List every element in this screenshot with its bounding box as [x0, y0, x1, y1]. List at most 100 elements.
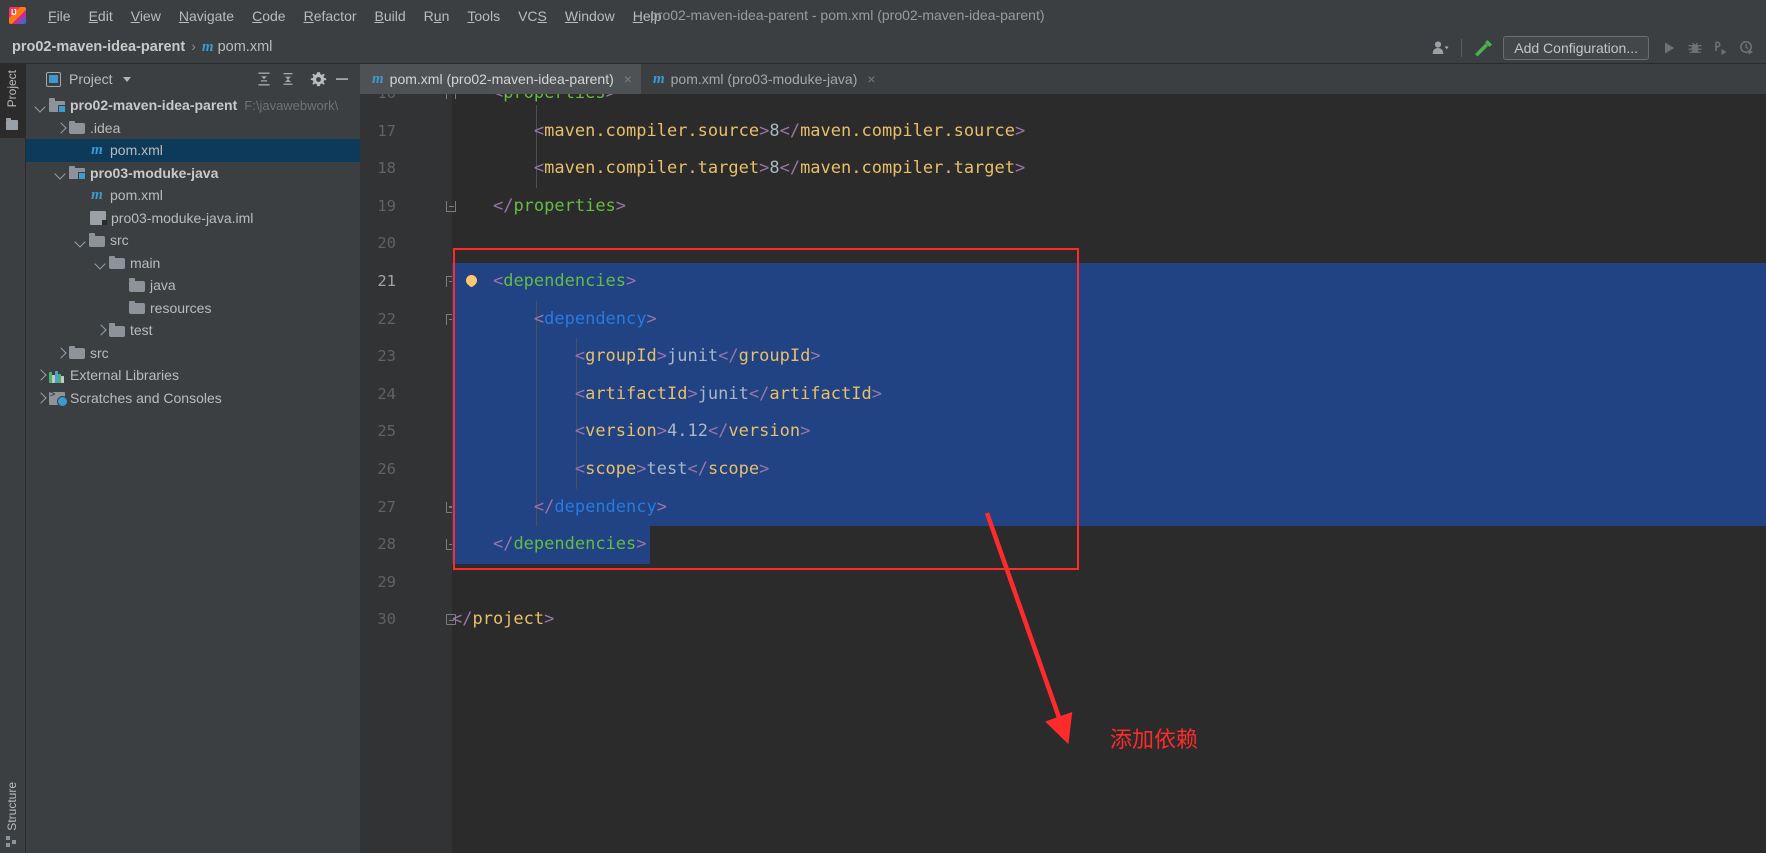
code-line-24[interactable]: <artifactId>junit</artifactId> — [452, 376, 1766, 414]
intention-bulb-icon[interactable] — [466, 275, 477, 286]
code-editor[interactable]: 16 17 18 19 20 21 22 23 24 25 26 27 28 29 30 <properti… — [360, 94, 1766, 853]
folder-icon — [89, 233, 105, 247]
user-avatar-icon[interactable] — [1427, 35, 1453, 61]
tree-node-scratches-and-consoles[interactable]: Scratches and Consoles — [26, 387, 360, 410]
code-line-26[interactable]: <scope>test</scope> — [452, 451, 1766, 489]
line-number-22: 22 — [377, 309, 396, 328]
line-number-17: 17 — [377, 121, 396, 140]
editor-tab-1[interactable]: m pom.xml (pro03-moduke-java) × — [641, 64, 885, 94]
module-icon — [69, 165, 86, 181]
close-icon[interactable]: × — [624, 72, 632, 86]
code-content[interactable]: <properties> <maven.compiler.source>8</m… — [452, 94, 1766, 853]
code-line-21[interactable]: <dependencies> — [452, 263, 1766, 301]
tree-node-pom-xml[interactable]: m pom.xml — [26, 139, 360, 162]
editor-area: m pom.xml (pro02-maven-idea-parent) × m pom.… — [360, 64, 1766, 853]
tree-node-main[interactable]: main — [26, 252, 360, 275]
tree-node-label: main — [130, 254, 161, 271]
chevron-down-icon[interactable] — [74, 234, 87, 247]
code-line-23[interactable]: <groupId>junit</groupId> — [452, 338, 1766, 376]
folder-icon — [109, 323, 125, 337]
line-number-24: 24 — [377, 384, 396, 403]
tree-node-test[interactable]: test — [26, 319, 360, 342]
profiler-icon[interactable] — [1734, 35, 1760, 61]
tree-node-pro03-moduke-java[interactable]: pro03-moduke-java — [26, 162, 360, 185]
editor-tab-0[interactable]: m pom.xml (pro02-maven-idea-parent) × — [360, 64, 641, 94]
tree-node-src[interactable]: src — [26, 342, 360, 365]
code-line-20[interactable] — [452, 225, 1766, 263]
chevron-right-icon[interactable] — [54, 346, 67, 359]
tree-node-pro02-maven-idea-parent[interactable]: pro02-maven-idea-parent F:\javawebwork\ — [26, 94, 360, 117]
tree-node-pro03-moduke-java-iml[interactable]: pro03-moduke-java.iml — [26, 207, 360, 230]
tree-node-java[interactable]: java — [26, 274, 360, 297]
tool-window-button-structure[interactable]: Structure — [0, 733, 25, 853]
tool-window-button-structure-label: Structure — [5, 782, 19, 831]
chevron-down-icon[interactable] — [94, 256, 107, 269]
tool-window-button-project[interactable]: Project — [0, 64, 25, 138]
tree-node--idea[interactable]: .idea — [26, 117, 360, 140]
line-number-28: 28 — [377, 535, 396, 554]
tree-node-pom-xml[interactable]: m pom.xml — [26, 184, 360, 207]
project-tree: pro02-maven-idea-parent F:\javawebwork\ .i… — [26, 94, 360, 409]
chevron-down-icon[interactable] — [122, 76, 131, 82]
code-line-17[interactable]: <maven.compiler.source>8</maven.compiler… — [452, 113, 1766, 151]
breadcrumb[interactable]: pro02-maven-idea-parent › m pom.xml — [12, 38, 272, 56]
breadcrumb-project[interactable]: pro02-maven-idea-parent — [12, 39, 185, 55]
breadcrumb-file[interactable]: pom.xml — [218, 39, 273, 55]
close-icon[interactable]: × — [867, 72, 875, 86]
menu-window[interactable]: Window — [556, 6, 624, 26]
tree-node-resources[interactable]: resources — [26, 297, 360, 320]
code-line-28[interactable]: </dependencies> — [452, 526, 1766, 564]
tree-node-src[interactable]: src — [26, 229, 360, 252]
project-tool-window: Project pro02-maven-idea-parent F:\javaw… — [26, 64, 360, 853]
code-line-27[interactable]: </dependency> — [452, 489, 1766, 527]
chevron-right-icon[interactable] — [94, 324, 107, 337]
menu-vcs[interactable]: VCS — [509, 6, 556, 26]
code-line-18[interactable]: <maven.compiler.target>8</maven.compiler… — [452, 150, 1766, 188]
chevron-right-icon[interactable] — [34, 391, 47, 404]
run-play-icon[interactable] — [1656, 35, 1682, 61]
menu-tools[interactable]: Tools — [458, 6, 509, 26]
iml-file-icon — [90, 210, 107, 225]
menu-view[interactable]: View — [122, 6, 170, 26]
menu-code[interactable]: Code — [243, 6, 294, 26]
chevron-down-icon[interactable] — [34, 99, 47, 112]
collapse-all-icon[interactable] — [276, 67, 300, 91]
code-line-29[interactable] — [452, 564, 1766, 602]
gear-icon[interactable] — [306, 67, 330, 91]
project-view-icon — [46, 71, 61, 87]
add-configuration-button[interactable]: Add Configuration... — [1503, 35, 1649, 60]
chevron-right-icon[interactable] — [34, 369, 47, 382]
debug-bug-icon[interactable] — [1682, 35, 1708, 61]
code-line-16[interactable]: <properties> — [452, 94, 1766, 113]
tree-node-label: java — [150, 277, 176, 294]
hide-icon[interactable] — [330, 67, 354, 91]
chevron-right-icon[interactable] — [54, 121, 67, 134]
navigation-bar: pro02-maven-idea-parent › m pom.xml Add Con… — [0, 31, 1766, 64]
code-line-25[interactable]: <version>4.12</version> — [452, 413, 1766, 451]
code-line-19[interactable]: </properties> — [452, 188, 1766, 226]
menu-run[interactable]: Run — [415, 6, 459, 26]
line-number-19: 19 — [377, 196, 396, 215]
menu-navigate[interactable]: Navigate — [170, 6, 243, 26]
tree-node-external-libraries[interactable]: External Libraries — [26, 364, 360, 387]
editor-gutter[interactable]: 16 17 18 19 20 21 22 23 24 25 26 27 28 29 30 — [360, 94, 456, 853]
menu-edit[interactable]: Edit — [80, 6, 122, 26]
menu-refactor[interactable]: Refactor — [295, 6, 366, 26]
intellij-idea-window: FileEditViewNavigateCodeRefactorBuildRun… — [0, 0, 1766, 853]
maven-m-icon: m — [201, 39, 214, 55]
tree-node-label: resources — [150, 299, 212, 316]
code-line-22[interactable]: <dependency> — [452, 301, 1766, 339]
chevron-down-icon[interactable] — [54, 166, 67, 179]
run-with-coverage-icon[interactable] — [1708, 35, 1734, 61]
expand-all-icon[interactable] — [252, 67, 276, 91]
line-number-20: 20 — [377, 234, 396, 253]
build-hammer-icon[interactable] — [1470, 35, 1496, 61]
menu-file[interactable]: File — [39, 6, 80, 26]
code-line-30[interactable]: </project> — [452, 601, 1766, 639]
toolbar-divider — [1461, 38, 1463, 57]
line-number-16: 16 — [360, 94, 396, 113]
menu-build[interactable]: Build — [366, 6, 415, 26]
